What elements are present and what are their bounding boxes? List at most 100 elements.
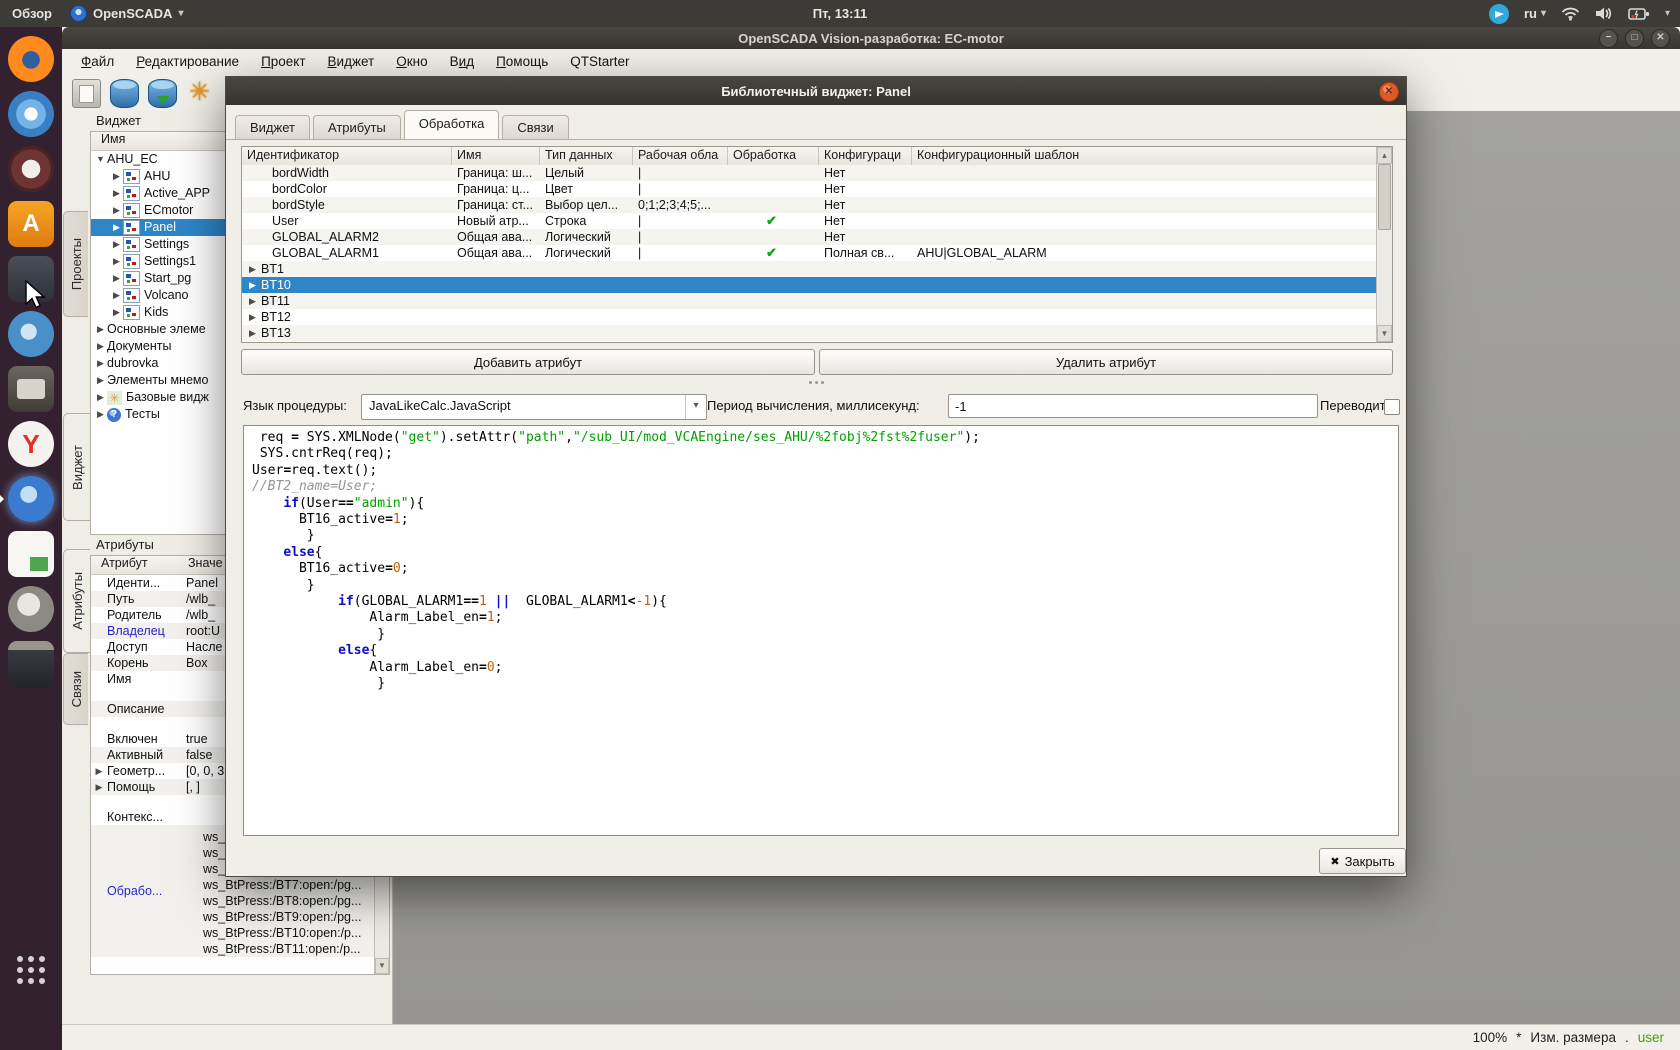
menu-bar: ФайлРедактированиеПроектВиджетОкноВидПом… xyxy=(62,49,1680,76)
collapsed-icon[interactable]: ▶ xyxy=(246,325,259,341)
attr-value-line: ws_BtPress:/BT10:open:/p... xyxy=(203,925,389,941)
show-applications-icon[interactable] xyxy=(0,956,62,984)
group-row-BT10[interactable]: ▶BT10 xyxy=(242,277,1377,293)
scroll-up-icon[interactable]: ▲ xyxy=(1377,147,1392,164)
dock-tab-Связи[interactable]: Связи xyxy=(63,653,88,725)
attr-table-row-bordColor[interactable]: bordColorГраница: ц...Цвет|Нет xyxy=(242,181,1377,197)
yandex-browser-icon[interactable]: Y xyxy=(8,421,54,467)
attr-name: Имя xyxy=(107,671,186,687)
collapsed-icon[interactable]: ▶ xyxy=(110,253,123,270)
openscada-icon[interactable] xyxy=(8,476,54,522)
db-save-icon[interactable] xyxy=(148,79,177,108)
group-row-BT11[interactable]: ▶BT11 xyxy=(242,293,1377,309)
attr-table-row-User[interactable]: UserНовый атр...Строка|✔Нет xyxy=(242,213,1377,229)
attr-table-row-GLOBAL_ALARM2[interactable]: GLOBAL_ALARM2Общая ава...Логический|Нет xyxy=(242,229,1377,245)
terminal-icon[interactable] xyxy=(8,641,54,687)
column-header: Конфигурационный шаблон xyxy=(912,147,1377,165)
collapsed-icon[interactable]: ▶ xyxy=(94,338,107,355)
expanded-icon[interactable]: ▼ xyxy=(94,151,107,168)
collapsed-icon[interactable]: ▶ xyxy=(91,779,107,795)
collapsed-icon[interactable]: ▶ xyxy=(246,309,259,325)
attr-table-row-GLOBAL_ALARM1[interactable]: GLOBAL_ALARM1Общая ава...Логический|✔Пол… xyxy=(242,245,1377,261)
code-line: //BT2_name=User; xyxy=(252,479,1398,495)
keyboard-layout-indicator[interactable]: ru ▾ xyxy=(1524,6,1546,21)
scroll-down-icon[interactable]: ▼ xyxy=(375,958,389,974)
menu-QTStarter[interactable]: QTStarter xyxy=(559,49,640,75)
volume-icon[interactable] xyxy=(1595,6,1613,21)
dock-tab-Виджет[interactable]: Виджет xyxy=(63,413,90,521)
group-row-BT1[interactable]: ▶BT1 xyxy=(242,261,1377,277)
collapsed-icon[interactable]: ▶ xyxy=(246,277,259,293)
libreoffice-calc-icon[interactable] xyxy=(8,531,54,577)
software-center-icon[interactable]: A xyxy=(8,201,54,247)
translate-checkbox[interactable] xyxy=(1384,399,1400,415)
collapsed-icon[interactable]: ▶ xyxy=(246,261,259,277)
collapsed-icon[interactable]: ▶ xyxy=(110,304,123,321)
code-line: Alarm_Label_en=1; xyxy=(252,610,1398,626)
scrollbar-thumb[interactable] xyxy=(1378,164,1391,230)
gimp-icon[interactable] xyxy=(8,586,54,632)
menu-Проект[interactable]: Проект xyxy=(250,49,316,75)
scroll-down-icon[interactable]: ▼ xyxy=(1377,325,1392,342)
procedure-code-editor[interactable]: req = SYS.XMLNode("get").setAttr("path",… xyxy=(243,425,1399,836)
attributes-table-header[interactable]: ИдентификаторИмяТип данныхРабочая облаОб… xyxy=(242,147,1377,166)
dialog-close-button[interactable]: ✕ xyxy=(1379,82,1399,102)
dialog-tab-Виджет[interactable]: Виджет xyxy=(235,115,310,139)
maximize-button[interactable]: □ xyxy=(1625,29,1644,48)
bluefish-icon[interactable] xyxy=(8,311,54,357)
dialog-close-action-button[interactable]: ✖ Закрыть xyxy=(1319,848,1406,874)
firefox-icon[interactable] xyxy=(8,36,54,82)
group-row-BT12[interactable]: ▶BT12 xyxy=(242,309,1377,325)
dialog-tab-Обработка[interactable]: Обработка xyxy=(404,110,500,139)
media-player-icon[interactable] xyxy=(8,146,54,192)
collapsed-icon[interactable]: ▶ xyxy=(91,763,107,779)
splitter-handle[interactable] xyxy=(241,378,1391,386)
file-manager-icon[interactable] xyxy=(8,366,54,412)
collapsed-icon[interactable]: ▶ xyxy=(94,389,107,406)
menu-Окно[interactable]: Окно xyxy=(385,49,438,75)
dock-tab-Атрибуты[interactable]: Атрибуты xyxy=(63,549,90,653)
collapsed-icon[interactable]: ▶ xyxy=(94,355,107,372)
menu-Помощь[interactable]: Помощь xyxy=(485,49,559,75)
table-scrollbar[interactable]: ▲ ▼ xyxy=(1376,147,1392,342)
battery-icon[interactable] xyxy=(1628,7,1650,21)
menu-Файл[interactable]: Файл xyxy=(70,49,125,75)
collapsed-icon[interactable]: ▶ xyxy=(110,236,123,253)
qtstarter-icon[interactable]: ✳ xyxy=(186,79,213,106)
attr-table-row-bordStyle[interactable]: bordStyleГраница: ст...Выбор цел...0;1;2… xyxy=(242,197,1377,213)
attr-table-row-bordWidth[interactable]: bordWidthГраница: ш...Целый|Нет xyxy=(242,165,1377,181)
telegram-icon[interactable] xyxy=(1489,4,1509,24)
collapsed-icon[interactable]: ▶ xyxy=(94,321,107,338)
chevron-down-icon[interactable]: ▾ xyxy=(1665,8,1670,19)
collapsed-icon[interactable]: ▶ xyxy=(110,185,123,202)
dialog-tab-Связи[interactable]: Связи xyxy=(502,115,568,139)
menu-Вид[interactable]: Вид xyxy=(439,49,485,75)
procedure-language-select[interactable]: JavaLikeCalc.JavaScript ▾ xyxy=(361,394,707,420)
group-row-BT13[interactable]: ▶BT13 xyxy=(242,325,1377,341)
collapsed-icon[interactable]: ▶ xyxy=(110,219,123,236)
collapsed-icon[interactable]: ▶ xyxy=(110,168,123,185)
paste-icon[interactable] xyxy=(72,79,101,108)
chromium-icon[interactable] xyxy=(8,91,54,137)
attr-name: Геометр... xyxy=(107,763,186,779)
collapsed-icon[interactable]: ▶ xyxy=(94,406,107,423)
calc-period-input[interactable] xyxy=(948,394,1318,418)
minimize-button[interactable]: − xyxy=(1599,29,1618,48)
window-titlebar[interactable]: OpenSCADA Vision-разработка: EC-motor − … xyxy=(62,27,1680,49)
delete-attribute-button[interactable]: Удалить атрибут xyxy=(819,349,1393,375)
dialog-titlebar[interactable]: Библиотечный виджет: Panel ✕ xyxy=(226,77,1406,105)
menu-Виджет[interactable]: Виджет xyxy=(317,49,386,75)
menu-Редактирование[interactable]: Редактирование xyxy=(125,49,250,75)
collapsed-icon[interactable]: ▶ xyxy=(110,202,123,219)
wifi-icon[interactable] xyxy=(1561,6,1580,21)
db-load-icon[interactable] xyxy=(110,79,139,108)
collapsed-icon[interactable]: ▶ xyxy=(110,287,123,304)
dialog-tab-Атрибуты[interactable]: Атрибуты xyxy=(313,115,401,139)
dock-tab-Проекты[interactable]: Проекты xyxy=(63,211,88,317)
add-attribute-button[interactable]: Добавить атрибут xyxy=(241,349,815,375)
collapsed-icon[interactable]: ▶ xyxy=(110,270,123,287)
collapsed-icon[interactable]: ▶ xyxy=(246,293,259,309)
collapsed-icon[interactable]: ▶ xyxy=(94,372,107,389)
clock[interactable]: Пт, 13:11 xyxy=(0,0,1680,27)
close-button[interactable]: ✕ xyxy=(1651,29,1670,48)
